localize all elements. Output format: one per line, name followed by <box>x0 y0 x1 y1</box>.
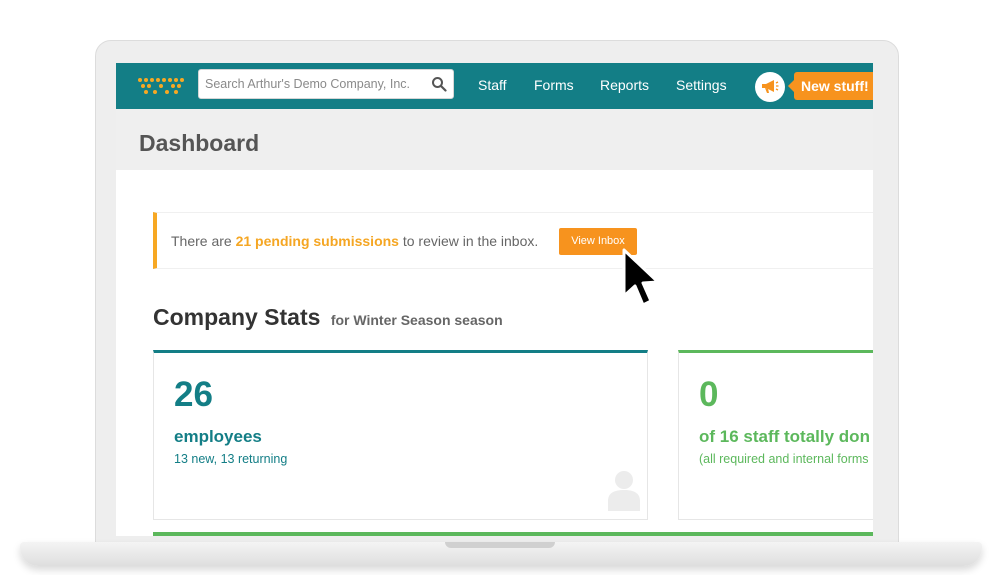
search-input[interactable] <box>199 70 424 98</box>
search-box <box>198 69 454 99</box>
staff-completion-stat-card[interactable]: 0 of 16 staff totally don (all required … <box>678 350 873 520</box>
pending-submissions-alert: There are 21 pending submissions to revi… <box>153 212 873 269</box>
search-icon[interactable] <box>431 76 447 92</box>
stats-season-subtitle: for Winter Season season <box>330 312 503 328</box>
staff-complete-count: 0 <box>699 375 719 414</box>
alert-message: There are 21 pending submissions to revi… <box>171 233 538 249</box>
nav-settings[interactable]: Settings <box>676 77 727 93</box>
pending-count-link[interactable]: 21 pending submissions <box>236 233 399 249</box>
staff-complete-detail: (all required and internal forms <box>699 452 869 466</box>
employees-label: employees <box>174 427 262 446</box>
employees-count: 26 <box>174 375 213 414</box>
alert-prefix: There are <box>171 233 232 249</box>
dashboard-content: There are 21 pending submissions to revi… <box>116 170 873 536</box>
staff-complete-label: of 16 staff totally don <box>699 427 870 446</box>
megaphone-icon <box>762 80 779 93</box>
company-logo[interactable] <box>136 76 184 96</box>
announcement-button[interactable] <box>755 72 785 102</box>
alert-suffix: to review in the inbox. <box>402 233 539 249</box>
nav-forms[interactable]: Forms <box>534 77 574 93</box>
nav-reports[interactable]: Reports <box>600 77 649 93</box>
app-screen: Staff Forms Reports Settings New stuff! … <box>116 63 873 536</box>
page-title: Dashboard <box>139 130 260 156</box>
employees-detail: 13 new, 13 returning <box>174 452 288 466</box>
new-stuff-badge[interactable]: New stuff! <box>788 72 873 100</box>
top-navigation-bar: Staff Forms Reports Settings New stuff! <box>116 63 873 109</box>
nav-staff[interactable]: Staff <box>478 77 507 93</box>
company-stats-heading: Company Stats for Winter Season season <box>153 304 503 331</box>
next-card-top-border <box>153 532 873 536</box>
mouse-cursor-icon <box>622 248 660 307</box>
laptop-notch <box>445 542 555 548</box>
person-icon <box>608 471 640 511</box>
stats-title: Company Stats <box>153 304 321 330</box>
employees-stat-card[interactable]: 26 employees 13 new, 13 returning <box>153 350 648 520</box>
